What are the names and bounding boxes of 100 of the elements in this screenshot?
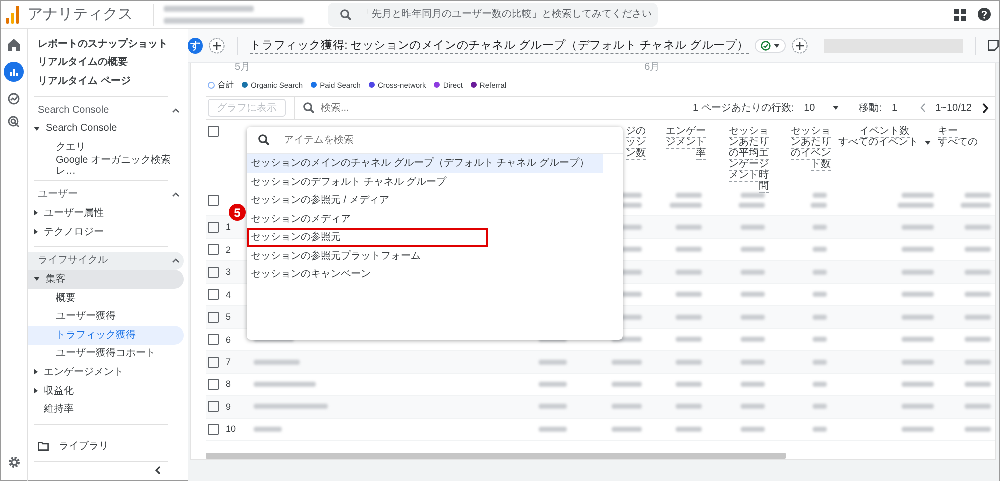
sidebar-item[interactable]: Search Console: [28, 120, 184, 138]
report-title: トラフィック獲得: セッションのメインのチャネル グループ（デフォルト チャネル グループ）: [250, 38, 749, 54]
blurred-value: [902, 224, 934, 230]
home-icon[interactable]: [8, 39, 20, 51]
target-cursor-icon[interactable]: [8, 116, 20, 128]
caret-down-icon[interactable]: [34, 277, 40, 282]
sidebar-item[interactable]: ユーザー獲得コホート: [28, 344, 184, 364]
sidebar-item[interactable]: 収益化: [28, 382, 184, 400]
blurred-value: [965, 426, 991, 432]
column-header[interactable]: キー すべての: [938, 126, 978, 148]
blurred-value: [965, 292, 991, 298]
help-icon[interactable]: [978, 8, 991, 21]
caret-down-icon[interactable]: [34, 126, 40, 131]
plus-icon[interactable]: [209, 38, 226, 54]
comparison-chip[interactable]: [754, 38, 786, 52]
caret-down-icon[interactable]: [833, 106, 840, 110]
dropdown-item[interactable]: セッションのメディア: [247, 210, 365, 228]
library-link[interactable]: ライブラリ: [28, 437, 184, 456]
horizontal-scrollbar[interactable]: [206, 453, 786, 459]
trend-gauge-icon[interactable]: [8, 93, 20, 105]
checkbox[interactable]: [208, 356, 219, 368]
sidebar-item[interactable]: ユーザー獲得: [28, 307, 184, 326]
blurred-value: [254, 360, 300, 364]
sidebar-item[interactable]: リアルタイム ページ: [28, 72, 184, 91]
blurred-value: [741, 247, 765, 252]
checkbox[interactable]: [208, 266, 219, 278]
previous-page-icon[interactable]: [920, 103, 926, 114]
search-field[interactable]: 「先月と昨年同月のユーザー数の比較」と検索してみてください: [328, 2, 658, 26]
column-header[interactable]: イベント数 すべてのイベント: [838, 126, 930, 148]
caret-right-icon[interactable]: [34, 388, 38, 394]
blurred-value: [741, 382, 765, 387]
blurred-value: [813, 193, 827, 198]
section-header[interactable]: ユーザー: [28, 186, 184, 204]
sidebar-item[interactable]: レポートのスナップショット: [28, 35, 184, 54]
blurred-value: [965, 382, 991, 387]
sidebar-item[interactable]: テクノロジー: [28, 222, 184, 242]
checkbox[interactable]: [208, 312, 219, 323]
blurred-value: [741, 360, 765, 364]
dropdown-item[interactable]: セッションのメインのチャネル グループ（デフォルト チャネル グループ）: [247, 154, 604, 172]
next-page-icon[interactable]: [982, 102, 989, 114]
blurred-value: [811, 203, 827, 208]
checkbox[interactable]: [208, 334, 219, 346]
chevron-up-icon[interactable]: [172, 108, 180, 113]
row-number: 2: [226, 244, 232, 255]
caret-right-icon[interactable]: [34, 210, 38, 216]
sidebar-item[interactable]: 維持率: [28, 400, 184, 419]
rows-per-page-label: 1 ページあたりの行数:: [692, 102, 794, 116]
blurred-value: [902, 337, 934, 342]
blurred-value: [676, 314, 702, 320]
go-to-field[interactable]: 1: [892, 102, 898, 114]
dropdown-item[interactable]: セッションの参照元: [247, 228, 488, 246]
note-icon[interactable]: [988, 40, 999, 51]
caret-right-icon[interactable]: [34, 369, 38, 376]
caret-down-icon[interactable]: [924, 140, 930, 145]
analytics-logo-icon[interactable]: [6, 6, 20, 24]
checkbox[interactable]: [208, 378, 219, 390]
rows-per-page-select[interactable]: 10: [804, 102, 840, 114]
checkbox[interactable]: [208, 126, 219, 138]
blurred-value: [961, 203, 991, 208]
caret-right-icon[interactable]: [34, 229, 38, 236]
blurred-value: [739, 203, 765, 208]
apps-grid-icon[interactable]: [954, 8, 966, 20]
caret-down-icon[interactable]: [774, 44, 780, 48]
page-range: 1~10/12: [936, 102, 972, 114]
blurred-value: [813, 292, 827, 298]
sidebar-item[interactable]: ユーザー属性: [28, 204, 184, 223]
checkbox[interactable]: [208, 244, 219, 256]
checkbox[interactable]: [208, 289, 219, 300]
sidebar-item[interactable]: リアルタイムの概要: [28, 54, 184, 72]
blurred-value: [741, 314, 765, 320]
checkbox[interactable]: [208, 195, 219, 206]
section-header[interactable]: Search Console: [28, 101, 184, 120]
chevron-up-icon[interactable]: [172, 258, 180, 264]
section-header[interactable]: ライフサイクル: [28, 252, 184, 270]
blurred-value: [670, 203, 702, 208]
sidebar-item[interactable]: 集客: [28, 270, 184, 289]
column-header[interactable]: セッションあたりのイベント数: [790, 126, 831, 170]
dropdown-item[interactable]: セッションの参照元プラットフォーム: [247, 246, 435, 265]
column-header[interactable]: エンゲージメント率: [666, 126, 706, 160]
plus-icon[interactable]: [792, 38, 808, 54]
sidebar-item[interactable]: 概要: [28, 288, 184, 308]
blurred-value: [813, 247, 827, 252]
sidebar-item[interactable]: エンゲージメント: [28, 363, 184, 382]
checkbox[interactable]: [208, 222, 219, 233]
collapse-chevron-icon[interactable]: [155, 466, 161, 475]
row-number: 5: [226, 312, 232, 322]
dropdown-item[interactable]: セッションのデフォルト チャネル グループ: [247, 172, 461, 191]
blurred-value: [539, 360, 567, 364]
column-header[interactable]: ジのッシン数: [626, 126, 646, 160]
dropdown-item[interactable]: セッションの参照元 / メディア: [247, 191, 404, 210]
avatar[interactable]: す: [188, 38, 204, 54]
dropdown-item[interactable]: セッションのキャンペーン: [247, 265, 385, 284]
blurred-value: [676, 426, 702, 432]
chevron-up-icon[interactable]: [172, 192, 180, 198]
checkbox[interactable]: [208, 401, 219, 412]
settings-icon[interactable]: [8, 456, 20, 469]
sidebar-item[interactable]: Google オーガニック検索レ…: [28, 156, 184, 176]
checkbox[interactable]: [208, 424, 219, 435]
reports-button[interactable]: [4, 62, 24, 82]
sidebar-item[interactable]: トラフィック獲得: [28, 326, 184, 345]
